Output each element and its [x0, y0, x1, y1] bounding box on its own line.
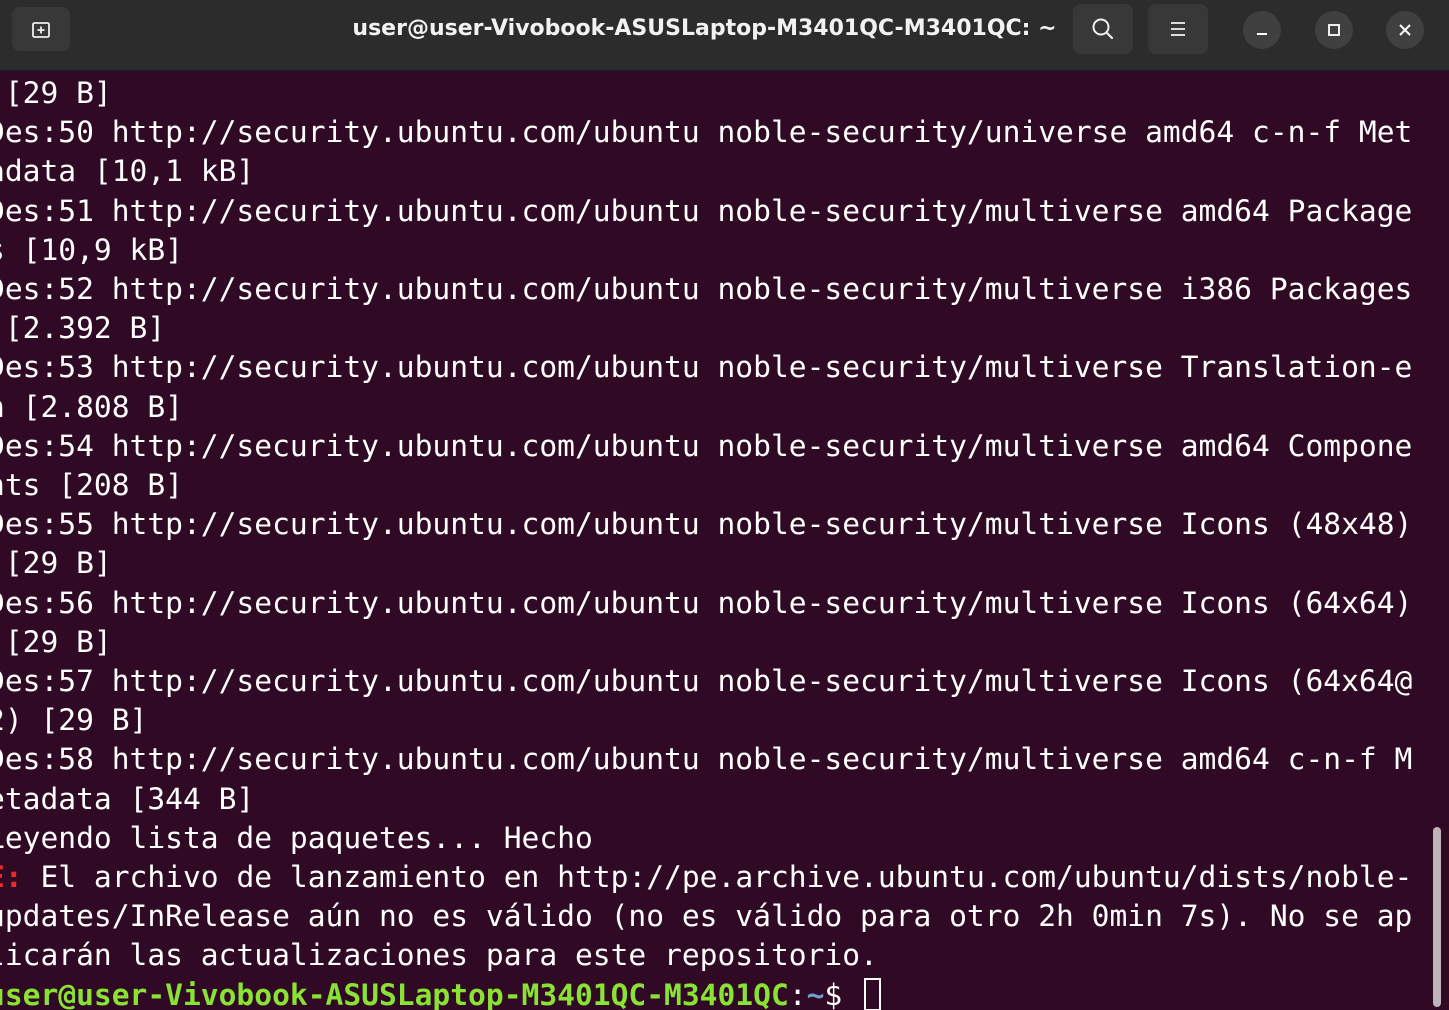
error-prefix: E:	[0, 860, 23, 894]
output-line: Des:50 http://security.ubuntu.com/ubuntu…	[0, 115, 1413, 150]
scrollbar[interactable]	[1430, 72, 1449, 1010]
output-line: nts [208 B]	[0, 468, 183, 502]
prompt-path: ~	[806, 977, 825, 1010]
close-button[interactable]	[1386, 11, 1424, 49]
output-line: n [2.808 B]	[0, 389, 183, 424]
prompt-symbol: $	[824, 977, 861, 1010]
output-line: Des:57 http://security.ubuntu.com/ubuntu…	[0, 664, 1413, 698]
error-line: updates/InRelease aún no es válido (no e…	[0, 899, 1413, 934]
close-icon	[1399, 24, 1411, 36]
output-line: [2.392 B]	[0, 311, 166, 346]
new-tab-button[interactable]	[12, 7, 70, 51]
maximize-button[interactable]	[1315, 11, 1353, 49]
output-line: Des:53 http://security.ubuntu.com/ubuntu…	[0, 350, 1413, 385]
output-line: Leyendo lista de paquetes... Hecho	[0, 820, 593, 855]
output-line: adata [10,1 kB]	[0, 154, 255, 189]
minimize-button[interactable]	[1243, 11, 1281, 49]
output-line: Des:54 http://security.ubuntu.com/ubuntu…	[0, 428, 1413, 463]
search-icon	[1092, 18, 1114, 40]
output-line: Des:52 http://security.ubuntu.com/ubuntu…	[0, 272, 1413, 306]
error-line: E: El archivo de lanzamiento en http://p…	[0, 858, 1412, 897]
output-line: [29 B]	[4, 624, 112, 659]
output-line: Des:51 http://security.ubuntu.com/ubuntu…	[0, 193, 1413, 228]
error-line: licarán las actualizaciones para este re…	[0, 938, 878, 973]
new-tab-icon	[32, 22, 50, 38]
window-title: user@user-Vivobook-ASUSLaptop-M3401QC-M3…	[352, 16, 1057, 41]
error-text: El archivo de lanzamiento en http://pe.a…	[22, 860, 1413, 894]
prompt-user-host: user@user-Vivobook-ASUSLaptop-M3401QC-M3…	[0, 977, 789, 1010]
output-line: Des:56 http://security.ubuntu.com/ubuntu…	[0, 585, 1413, 620]
output-line: s [10,9 kB]	[0, 232, 183, 267]
hamburger-menu-icon	[1171, 22, 1185, 36]
output-line: etadata [344 B]	[0, 781, 255, 816]
prompt-colon: :	[788, 977, 807, 1010]
output-line: [29 B]	[4, 76, 112, 110]
search-button[interactable]	[1073, 4, 1133, 54]
output-line: Des:55 http://security.ubuntu.com/ubuntu…	[0, 507, 1413, 542]
titlebar: user@user-Vivobook-ASUSLaptop-M3401QC-M3…	[0, 0, 1449, 71]
minimize-icon	[1257, 33, 1267, 35]
terminal-output[interactable]: [29 B] Des:50 http://security.ubuntu.com…	[0, 72, 1430, 1010]
output-line: [29 B]	[4, 546, 112, 581]
output-line: 2) [29 B]	[0, 703, 148, 738]
shell-prompt[interactable]: user@user-Vivobook-ASUSLaptop-M3401QC-M3…	[0, 976, 882, 1010]
maximize-icon	[1328, 24, 1340, 36]
menu-button[interactable]	[1148, 4, 1208, 54]
output-line: Des:58 http://security.ubuntu.com/ubuntu…	[0, 742, 1413, 777]
terminal-window: user@user-Vivobook-ASUSLaptop-M3401QC-M3…	[0, 0, 1449, 1010]
text-cursor	[864, 977, 882, 1010]
scrollbar-thumb[interactable]	[1433, 827, 1441, 1007]
